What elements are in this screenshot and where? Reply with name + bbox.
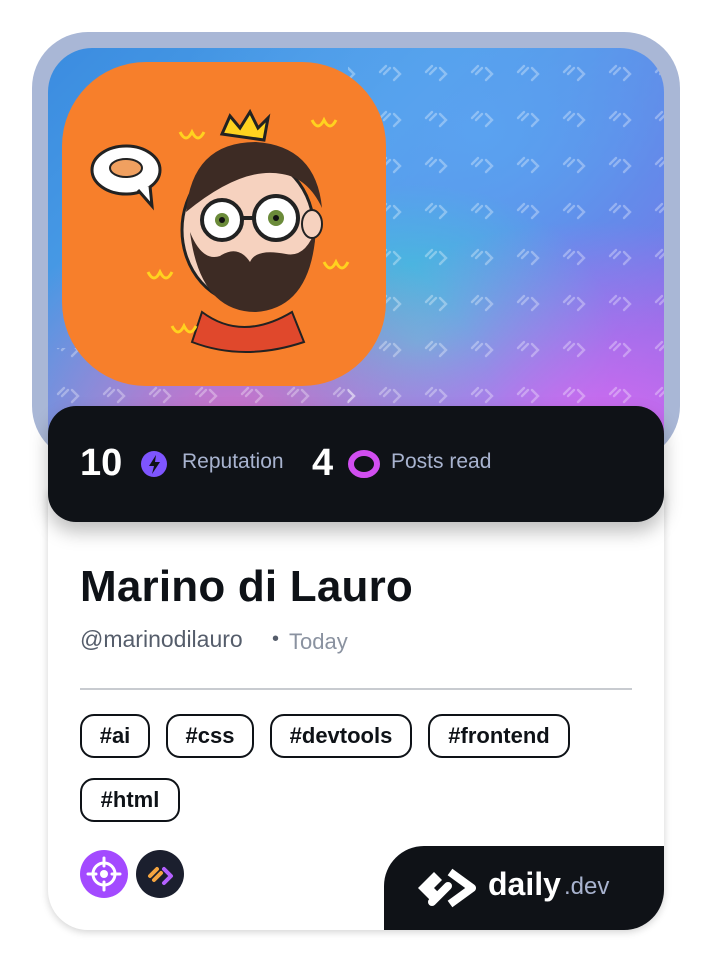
avatar[interactable]: [62, 62, 386, 386]
brand-name: daily: [488, 866, 561, 902]
avatar-illustration: [90, 108, 350, 353]
daily-dev-icon[interactable]: [136, 850, 184, 898]
posts-read-value: 4: [312, 442, 334, 484]
tag-css[interactable]: #css: [166, 714, 254, 758]
meta-separator: •: [272, 628, 280, 650]
profile-name: Marino di Lauro: [80, 562, 413, 611]
brand-suffix: .dev: [564, 873, 610, 900]
divider: [80, 688, 632, 690]
daily-dev-logo-icon: [414, 866, 476, 910]
tag-devtools[interactable]: #devtools: [270, 714, 412, 758]
profile-date: Today: [289, 629, 348, 654]
reputation-value: 10: [80, 442, 123, 484]
tag-frontend[interactable]: #frontend: [428, 714, 570, 758]
crosshair-icon[interactable]: [80, 850, 128, 898]
profile-handle[interactable]: @marinodilauro: [80, 626, 243, 653]
posts-read-label: Posts read: [391, 450, 492, 473]
tag-ai[interactable]: #ai: [80, 714, 150, 758]
reputation-label: Reputation: [182, 450, 284, 473]
tag-html[interactable]: #html: [80, 778, 180, 822]
lightning-icon: [140, 450, 168, 478]
eye-ring-icon: [348, 450, 380, 478]
